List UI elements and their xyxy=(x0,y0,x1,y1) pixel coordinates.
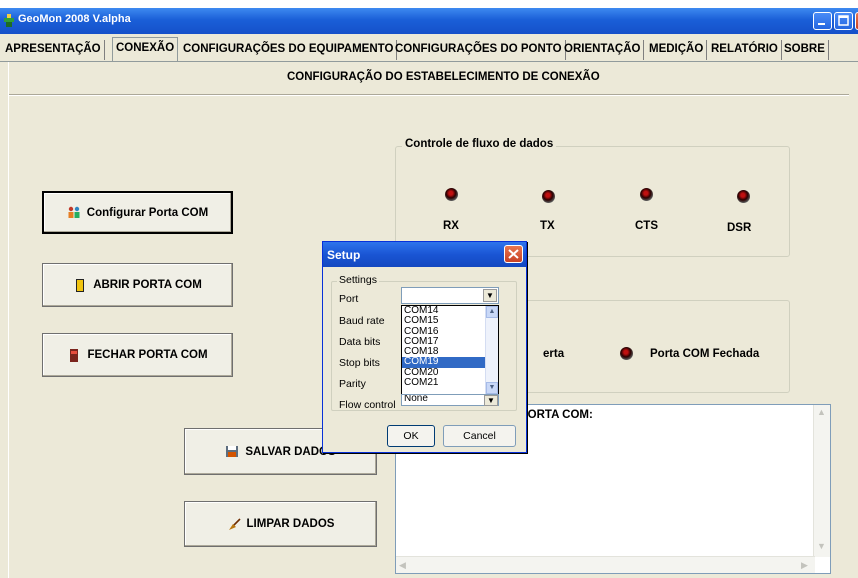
chevron-down-icon[interactable]: ▼ xyxy=(484,395,498,406)
ok-button[interactable]: OK xyxy=(387,425,435,447)
clear-data-label: LIMPAR DADOS xyxy=(246,518,335,530)
port-select[interactable]: ▼ xyxy=(401,287,499,304)
open-status-label: erta xyxy=(543,348,565,360)
scroll-up-icon[interactable]: ▲ xyxy=(486,306,498,318)
rx-label: RX xyxy=(443,220,459,232)
tx-label: TX xyxy=(540,220,555,232)
port-label: Port xyxy=(339,293,359,305)
dsr-led xyxy=(737,190,750,203)
app-icon xyxy=(4,14,14,27)
open-port-button[interactable]: ABRIR PORTA COM xyxy=(42,263,233,307)
close-port-button[interactable]: FECHAR PORTA COM xyxy=(42,333,233,377)
save-icon xyxy=(226,446,239,457)
broom-icon xyxy=(228,517,241,530)
title-bar[interactable]: GeoMon 2008 V.alpha xyxy=(0,0,858,34)
top-strip xyxy=(0,0,858,8)
stop-bits-label: Stop bits xyxy=(339,357,380,369)
maximize-button[interactable] xyxy=(834,12,853,30)
dialog-close-button[interactable] xyxy=(504,245,523,263)
port-list-scrollbar[interactable]: ▲ ▼ xyxy=(485,306,498,394)
rx-led xyxy=(445,188,458,201)
cts-label: CTS xyxy=(635,220,658,232)
cancel-button[interactable]: Cancel xyxy=(443,425,516,447)
tab-configuracoes-equipamento[interactable]: CONFIGURAÇÕES DO EQUIPAMENTO xyxy=(180,40,398,60)
port-option[interactable]: COM21 xyxy=(402,377,498,388)
scroll-right-icon: ▶ xyxy=(801,560,808,570)
clear-data-button[interactable]: LIMPAR DADOS xyxy=(184,501,377,547)
log-vertical-scrollbar[interactable]: ▲ ▼ xyxy=(813,405,830,557)
closed-status-led xyxy=(620,347,633,360)
close-icon xyxy=(508,249,519,259)
port-dropdown-list[interactable]: COM14 COM15 COM16 COM17 COM18 COM19 COM2… xyxy=(401,305,499,395)
flow-control-title: Controle de fluxo de dados xyxy=(402,138,557,150)
window-title: GeoMon 2008 V.alpha xyxy=(18,13,131,25)
tab-sobre[interactable]: SOBRE xyxy=(781,40,829,60)
tab-conexao[interactable]: CONEXÃO xyxy=(112,37,179,61)
data-bits-label: Data bits xyxy=(339,336,381,348)
minimize-button[interactable] xyxy=(813,12,832,30)
maximize-icon xyxy=(838,15,849,26)
dialog-title-bar[interactable]: Setup xyxy=(323,242,526,267)
dialog-title: Setup xyxy=(327,248,361,262)
parity-label: Parity xyxy=(339,378,366,390)
people-icon xyxy=(68,206,80,218)
open-port-label: ABRIR PORTA COM xyxy=(93,279,202,291)
log-title: PORTA COM: xyxy=(520,409,593,421)
flow-control-value: None xyxy=(404,394,428,404)
cts-led xyxy=(640,188,653,201)
tx-led xyxy=(542,190,555,203)
log-horizontal-scrollbar[interactable]: ◀ ▶ xyxy=(396,556,815,573)
tab-orientacao[interactable]: ORIENTAÇÃO xyxy=(561,40,645,60)
scroll-down-icon[interactable]: ▼ xyxy=(486,382,498,394)
chevron-down-icon[interactable]: ▼ xyxy=(483,289,497,302)
dsr-label: DSR xyxy=(727,222,752,234)
app-window: GeoMon 2008 V.alpha APRESENTAÇÃO CONEXÃO… xyxy=(0,0,858,578)
open-door-icon xyxy=(76,278,85,292)
scroll-up-icon: ▲ xyxy=(817,407,826,417)
closed-status-label: Porta COM Fechada xyxy=(650,348,760,360)
scroll-down-icon: ▼ xyxy=(817,541,826,551)
configure-port-button[interactable]: Configurar Porta COM xyxy=(42,191,233,234)
divider xyxy=(9,94,849,96)
configure-port-label: Configurar Porta COM xyxy=(86,206,209,219)
baud-rate-label: Baud rate xyxy=(339,315,385,327)
flow-control-label: Flow control xyxy=(339,399,396,411)
settings-group-label: Settings xyxy=(337,274,379,286)
tab-relatorio[interactable]: RELATÓRIO xyxy=(708,40,782,60)
tab-strip: APRESENTAÇÃO CONEXÃO CONFIGURAÇÕES DO EQ… xyxy=(0,34,858,62)
minimize-icon xyxy=(818,23,825,25)
scroll-left-icon: ◀ xyxy=(399,560,406,570)
close-port-label: FECHAR PORTA COM xyxy=(87,349,208,361)
closed-door-icon xyxy=(70,348,79,362)
tab-apresentacao[interactable]: APRESENTAÇÃO xyxy=(2,40,105,60)
tab-configuracoes-ponto[interactable]: CONFIGURAÇÕES DO PONTO xyxy=(392,40,566,60)
tab-medicao[interactable]: MEDIÇÃO xyxy=(646,40,708,60)
section-title: CONFIGURAÇÃO DO ESTABELECIMENTO DE CONEX… xyxy=(287,71,600,83)
